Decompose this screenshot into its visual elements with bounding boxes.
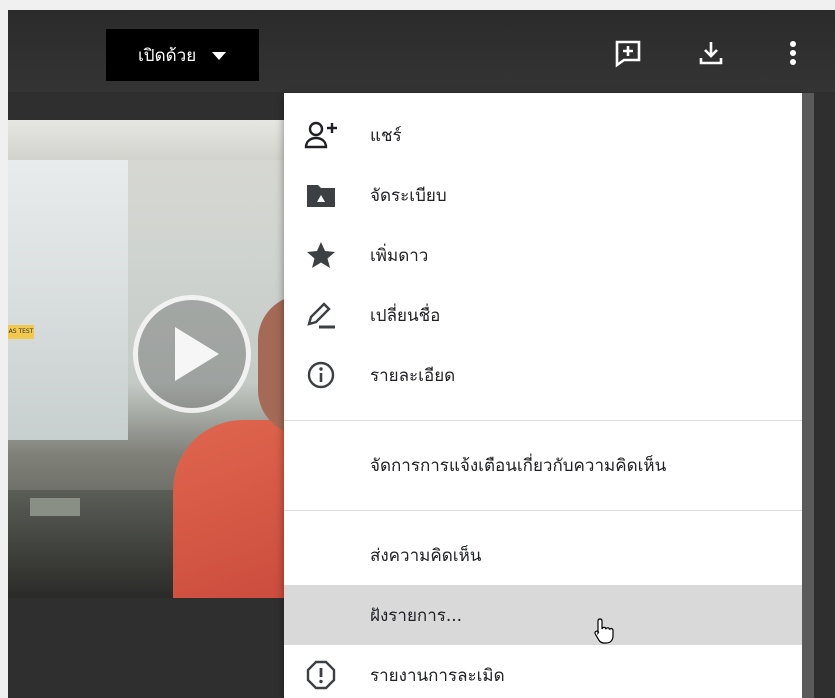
pencil-icon xyxy=(304,298,338,332)
menu-item-add-star[interactable]: เพิ่มดาว xyxy=(284,225,802,285)
menu-item-rename[interactable]: เปลี่ยนชื่อ xyxy=(284,285,802,345)
more-actions-menu: แชร์ จัดระเบียบ เพิ่มดาว เปลี่ยนชื่อ ราย… xyxy=(284,93,802,698)
play-button[interactable] xyxy=(133,295,251,413)
hand-cursor-icon xyxy=(594,618,614,644)
open-with-button[interactable]: เปิดด้วย xyxy=(106,29,259,81)
menu-item-label: แชร์ xyxy=(370,125,402,146)
menu-item-label: ส่งความคิดเห็น xyxy=(370,545,482,566)
more-vert-icon[interactable] xyxy=(778,38,808,68)
menu-item-label: ฝังรายการ... xyxy=(370,605,463,626)
video-frame-sign: AS TEST xyxy=(8,325,34,339)
report-icon xyxy=(304,658,338,692)
star-icon xyxy=(304,238,338,272)
video-frame-wall xyxy=(8,160,128,440)
video-frame-ceiling xyxy=(8,120,308,160)
menu-divider xyxy=(284,510,802,511)
add-comment-icon[interactable] xyxy=(613,38,643,68)
menu-item-label: เปลี่ยนชื่อ xyxy=(370,305,441,326)
person-add-icon xyxy=(304,118,338,152)
menu-scrollbar[interactable] xyxy=(802,93,814,698)
chevron-down-icon xyxy=(212,52,227,60)
menu-item-send-feedback[interactable]: ส่งความคิดเห็น xyxy=(284,525,802,585)
menu-item-label: รายละเอียด xyxy=(370,365,456,386)
open-with-label: เปิดด้วย xyxy=(138,45,197,66)
drive-folder-icon xyxy=(304,178,338,212)
download-icon[interactable] xyxy=(696,38,726,68)
play-icon xyxy=(175,327,219,381)
menu-divider xyxy=(284,420,802,421)
menu-item-details[interactable]: รายละเอียด xyxy=(284,345,802,405)
info-icon xyxy=(304,358,338,392)
menu-item-label: จัดการการแจ้งเตือนเกี่ยวกับความคิดเห็น xyxy=(370,455,667,476)
menu-item-report-abuse[interactable]: รายงานการละเมิด xyxy=(284,645,802,698)
menu-item-label: รายงานการละเมิด xyxy=(370,665,505,686)
menu-item-comment-notifications[interactable]: จัดการการแจ้งเตือนเกี่ยวกับความคิดเห็น xyxy=(284,435,802,495)
menu-item-organize[interactable]: จัดระเบียบ xyxy=(284,165,802,225)
menu-item-embed[interactable]: ฝังรายการ... xyxy=(284,585,802,645)
video-frame-object xyxy=(30,498,80,516)
viewer-toolbar: เปิดด้วย xyxy=(8,10,835,92)
menu-item-label: จัดระเบียบ xyxy=(370,185,447,206)
menu-item-share[interactable]: แชร์ xyxy=(284,105,802,165)
menu-item-label: เพิ่มดาว xyxy=(370,245,429,266)
